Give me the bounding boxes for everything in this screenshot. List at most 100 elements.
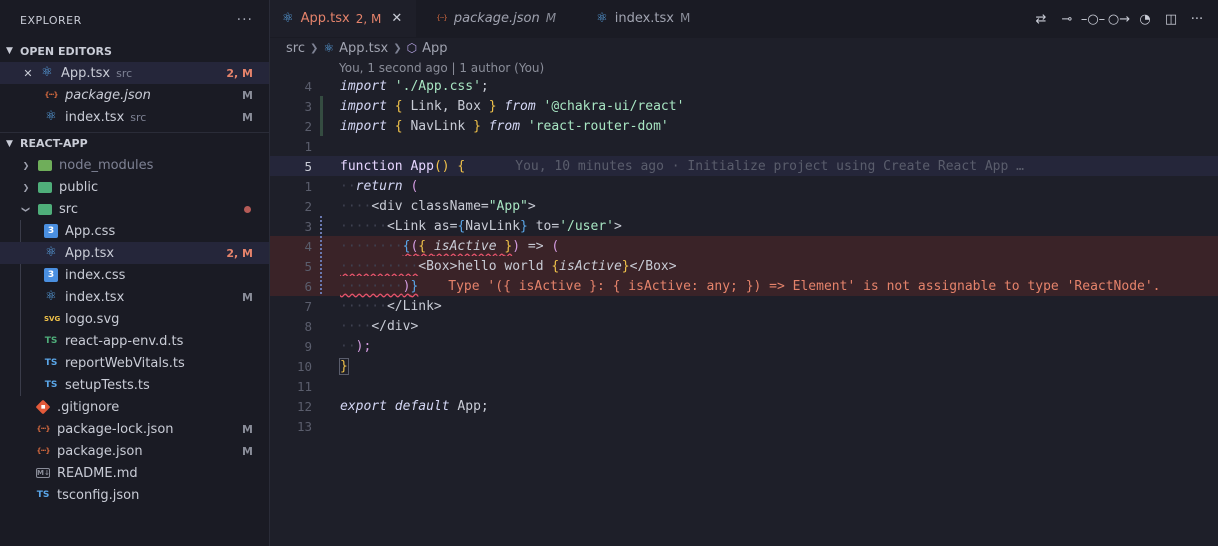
- tree-item-setup-tests[interactable]: TS setupTests.ts: [0, 374, 269, 396]
- react-icon: ⚛: [45, 245, 57, 260]
- tab-package-json[interactable]: {···} package.json M: [416, 0, 570, 37]
- file-name: index.css: [65, 267, 126, 283]
- code-line: 2 ····<div className="App">: [270, 196, 1218, 216]
- tree-item-report-web-vitals[interactable]: TS reportWebVitals.ts: [0, 352, 269, 374]
- breadcrumb: src ❯ ⚛ App.tsx ❯ ⬡ App: [270, 38, 1218, 58]
- tree-item-package-lock[interactable]: {···} package-lock.json M: [0, 418, 269, 440]
- folder-icon: [38, 159, 52, 171]
- modified-dot: [244, 205, 251, 213]
- tab-status: M: [679, 11, 691, 25]
- next-change-icon[interactable]: ○→: [1106, 6, 1132, 32]
- line-number: 13: [296, 418, 312, 434]
- file-name: tsconfig.json: [57, 487, 140, 503]
- tree-item-react-app-env[interactable]: TS react-app-env.d.ts: [0, 330, 269, 352]
- tree-item-public[interactable]: ❯ public: [0, 176, 269, 198]
- line-number: 5: [304, 258, 312, 274]
- tab-app-tsx[interactable]: ⚛ App.tsx 2, M ✕: [270, 0, 417, 37]
- tree-item-readme[interactable]: M↓ README.md: [0, 462, 269, 484]
- breadcrumb-file[interactable]: App.tsx: [339, 41, 388, 56]
- git-added-marker: [320, 116, 323, 136]
- line-number: 9: [304, 338, 312, 354]
- file-name: App.tsx: [61, 65, 111, 81]
- cube-icon: ⬡: [406, 41, 418, 55]
- open-editors-section[interactable]: ▼ OPEN EDITORS: [0, 40, 269, 62]
- tree-item-tsconfig[interactable]: TS tsconfig.json: [0, 484, 269, 506]
- code-line: 7 ······</Link>: [270, 296, 1218, 316]
- line-number: 4: [304, 78, 312, 94]
- markdown-icon: M↓: [36, 468, 50, 478]
- tree-item-index-tsx[interactable]: ⚛ index.tsx M: [0, 286, 269, 308]
- status-badge: M: [242, 444, 253, 458]
- breadcrumb-src[interactable]: src: [286, 41, 305, 56]
- tree-item-node-modules[interactable]: ❯ node_modules: [0, 154, 269, 176]
- react-icon: ⚛: [45, 109, 57, 124]
- inline-blame: You, 10 minutes ago · Initialize project…: [515, 158, 1024, 174]
- git-icon: ◆: [35, 399, 51, 415]
- more-actions-icon[interactable]: ···: [237, 12, 253, 28]
- previous-change-icon[interactable]: –○–: [1080, 6, 1106, 32]
- git-modified-marker: [320, 216, 322, 236]
- chevron-down-icon: ▼: [6, 138, 13, 149]
- more-actions-icon[interactable]: ···: [1184, 6, 1210, 32]
- codelens-blame[interactable]: You, 1 second ago | 1 author (You): [270, 58, 1218, 78]
- tab-label: index.tsx: [614, 10, 674, 26]
- line-number: 2: [304, 198, 312, 214]
- tab-status: 2, M: [355, 11, 382, 26]
- compare-changes-icon[interactable]: ⇄: [1028, 6, 1054, 32]
- json-icon: {···}: [36, 425, 51, 433]
- json-icon: {···}: [436, 14, 448, 22]
- ts-icon: TS: [44, 358, 58, 368]
- open-editor-app-tsx[interactable]: ✕ ⚛ App.tsx src 2, M: [0, 62, 269, 84]
- chevron-right-icon: ❯: [309, 42, 319, 54]
- file-name: package-lock.json: [57, 421, 174, 437]
- file-name: public: [59, 179, 99, 195]
- tree-item-index-css[interactable]: 3 index.css: [0, 264, 269, 286]
- tab-status: M: [545, 11, 557, 25]
- tree-item-app-tsx[interactable]: ⚛ App.tsx 2, M: [0, 242, 269, 264]
- tree-item-gitignore[interactable]: ◆ .gitignore: [0, 396, 269, 418]
- timeline-icon[interactable]: ◔: [1132, 6, 1158, 32]
- tree-item-package-json[interactable]: {···} package.json M: [0, 440, 269, 462]
- code-line: 4 import './App.css';: [270, 76, 1218, 96]
- code-line: 8 ····</div>: [270, 316, 1218, 336]
- code-line: 1: [270, 136, 1218, 156]
- chevron-down-icon: ❯: [21, 205, 31, 213]
- inline-error-message: Type '({ isActive }: { isActive: any; })…: [448, 278, 1161, 294]
- line-number: 4: [304, 238, 312, 254]
- open-editor-package-json[interactable]: {···} package.json M: [0, 84, 269, 106]
- json-icon: {···}: [44, 91, 59, 99]
- react-icon: ⚛: [45, 289, 57, 304]
- tree-item-src[interactable]: ❯ src: [0, 198, 269, 220]
- json-icon: {···}: [36, 447, 51, 455]
- code-line-error: 4 ········{({ isActive }) => (: [270, 236, 1218, 256]
- file-name: reportWebVitals.ts: [65, 355, 185, 371]
- status-badge: 2, M: [226, 246, 253, 260]
- file-desc: src: [116, 66, 133, 80]
- git-commit-icon[interactable]: ⊸: [1054, 6, 1080, 32]
- tree-item-app-css[interactable]: 3 App.css: [0, 220, 269, 242]
- line-number: 1: [304, 138, 312, 154]
- line-number: 6: [304, 278, 312, 294]
- status-badge: M: [242, 422, 253, 436]
- editor-area: ⚛ App.tsx 2, M ✕ {···} package.json M ⚛ …: [270, 0, 1218, 546]
- tab-label: package.json: [453, 10, 540, 26]
- line-number: 8: [304, 318, 312, 334]
- line-number: 1: [304, 178, 312, 194]
- open-editors-title: OPEN EDITORS: [20, 44, 112, 58]
- tab-index-tsx[interactable]: ⚛ index.tsx M: [570, 0, 704, 37]
- tree-item-logo-svg[interactable]: SVG logo.svg: [0, 308, 269, 330]
- open-editor-index-tsx[interactable]: ⚛ index.tsx src M: [0, 106, 269, 128]
- code-line-current: 5 function App() {You, 10 minutes ago · …: [270, 156, 1218, 176]
- close-icon[interactable]: ✕: [22, 67, 34, 80]
- file-name: package.json: [57, 443, 143, 459]
- react-icon: ⚛: [323, 41, 335, 55]
- code-line: 9 ··);: [270, 336, 1218, 356]
- code-editor[interactable]: 4 import './App.css'; 3 import { Link, B…: [270, 76, 1218, 436]
- git-modified-marker: [320, 276, 322, 296]
- split-editor-icon[interactable]: ◫: [1158, 6, 1184, 32]
- project-section[interactable]: ▼ REACT-APP: [0, 132, 269, 154]
- line-number: 3: [304, 98, 312, 114]
- editor-toolbar: ⇄ ⊸ –○– ○→ ◔ ◫ ···: [1028, 0, 1218, 38]
- close-icon[interactable]: ✕: [391, 11, 402, 26]
- breadcrumb-symbol[interactable]: App: [422, 41, 447, 56]
